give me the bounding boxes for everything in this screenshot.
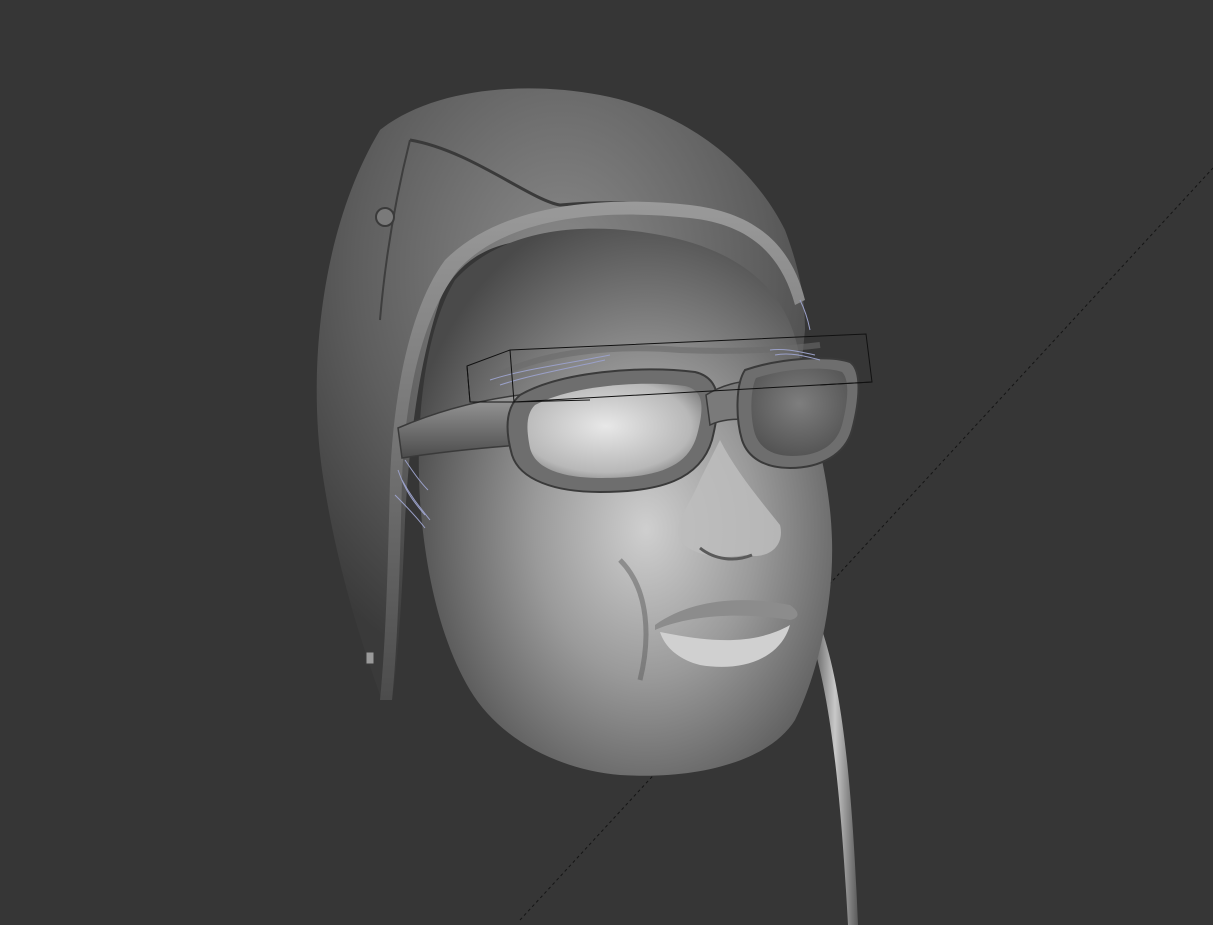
- viewport-canvas[interactable]: [0, 0, 1213, 925]
- goggle-lens-left: [527, 383, 702, 478]
- cap-pin-icon: [365, 651, 375, 665]
- face[interactable]: [418, 228, 833, 776]
- goggle-cord: [812, 630, 858, 925]
- cap-rivet-icon: [375, 207, 395, 227]
- 3d-viewport[interactable]: [0, 0, 1213, 925]
